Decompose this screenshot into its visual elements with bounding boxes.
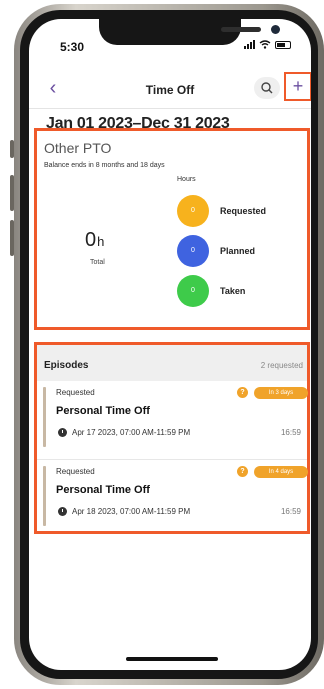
speaker bbox=[221, 27, 261, 32]
volume-down-button bbox=[10, 220, 14, 256]
total-number: 0 bbox=[85, 229, 97, 251]
episode-date: Apr 18 2023, 07:00 AM-11:59 PM bbox=[72, 507, 191, 516]
episode-item[interactable]: Requested ? In 4 days Personal Time Off … bbox=[37, 460, 308, 532]
status-bar-line bbox=[43, 466, 46, 526]
battery-icon bbox=[275, 40, 291, 49]
silent-switch bbox=[10, 140, 14, 158]
episodes-header: Episodes 2 requested bbox=[37, 345, 307, 381]
add-button[interactable]: + bbox=[284, 72, 311, 101]
legend-item-taken: 0 Taken bbox=[177, 275, 307, 307]
taken-circle: 0 bbox=[177, 275, 209, 307]
days-badge: In 3 days bbox=[254, 387, 308, 399]
total-label: Total bbox=[90, 259, 105, 266]
total-value: 0h bbox=[85, 229, 104, 252]
signal-icon bbox=[244, 40, 255, 49]
episode-duration: 16:59 bbox=[280, 507, 301, 516]
total-unit: h bbox=[97, 234, 105, 249]
balance-text: Balance ends in 8 months and 18 days bbox=[44, 162, 165, 169]
episodes-card: Episodes 2 requested Requested ? In 3 da… bbox=[34, 342, 310, 534]
question-icon[interactable]: ? bbox=[237, 387, 248, 398]
legend-item-requested: 0 Requested bbox=[177, 195, 307, 227]
episode-status: Requested bbox=[56, 467, 95, 476]
status-time: 5:30 bbox=[60, 40, 85, 54]
episode-date: Apr 17 2023, 07:00 AM-11:59 PM bbox=[72, 428, 191, 437]
requested-circle: 0 bbox=[177, 195, 209, 227]
wifi-icon bbox=[259, 40, 271, 49]
episode-duration: 16:59 bbox=[280, 428, 301, 437]
legend-label-requested: Requested bbox=[220, 206, 267, 216]
camera bbox=[271, 25, 280, 34]
search-button[interactable] bbox=[254, 77, 280, 99]
legend-item-planned: 0 Planned bbox=[177, 235, 307, 267]
legend-label-planned: Planned bbox=[220, 246, 256, 256]
status-icons bbox=[244, 40, 291, 49]
header: ‹ Time Off + bbox=[29, 69, 311, 109]
pto-summary-card: Other PTO Balance ends in 8 months and 1… bbox=[34, 128, 310, 330]
episodes-count: 2 requested bbox=[260, 361, 303, 370]
volume-up-button bbox=[10, 175, 14, 211]
clock-icon bbox=[58, 507, 67, 516]
hours-label: Hours bbox=[177, 176, 196, 183]
episode-status: Requested bbox=[56, 388, 95, 397]
episode-item[interactable]: Requested ? In 3 days Personal Time Off … bbox=[37, 381, 308, 460]
app-screen: 5:30 ‹ Time Off + Jan 01 2023–Dec 31 202… bbox=[29, 19, 311, 670]
episodes-title: Episodes bbox=[44, 360, 89, 371]
search-icon bbox=[261, 82, 273, 94]
legend-label-taken: Taken bbox=[220, 286, 246, 296]
notch bbox=[99, 19, 280, 45]
home-indicator[interactable] bbox=[126, 657, 218, 661]
days-badge: In 4 days bbox=[254, 466, 308, 478]
status-bar-line bbox=[43, 387, 46, 447]
episode-title: Personal Time Off bbox=[56, 484, 150, 496]
pto-title: Other PTO bbox=[44, 140, 112, 156]
episode-title: Personal Time Off bbox=[56, 405, 150, 417]
planned-circle: 0 bbox=[177, 235, 209, 267]
question-icon[interactable]: ? bbox=[237, 466, 248, 477]
clock-icon bbox=[58, 428, 67, 437]
